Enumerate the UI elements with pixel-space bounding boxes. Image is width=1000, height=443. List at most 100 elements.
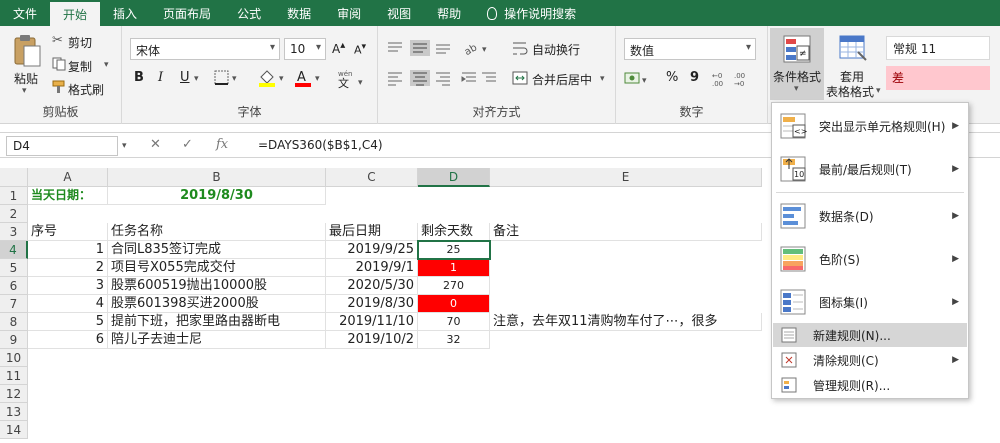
name-box[interactable]: D4: [6, 136, 118, 156]
row-header-14[interactable]: 14: [0, 421, 28, 439]
tab-view[interactable]: 视图: [374, 0, 424, 26]
cell-d3[interactable]: 剩余天数: [418, 223, 490, 241]
font-size-select[interactable]: 10: [284, 38, 326, 60]
menu-item-color-scales[interactable]: 色阶(S) ▶: [773, 239, 967, 279]
cell-b7[interactable]: 股票601398买进2000股: [108, 295, 326, 313]
cell-a5[interactable]: 2: [28, 259, 108, 277]
phonetic-guide-icon[interactable]: wén 文 ▾: [334, 68, 368, 90]
fill-color-icon[interactable]: ▾: [258, 68, 288, 88]
column-header-c[interactable]: C: [326, 168, 418, 187]
merge-dropdown-icon[interactable]: ▾: [600, 74, 605, 84]
italic-button[interactable]: I: [158, 70, 163, 85]
format-as-table-dropdown-icon[interactable]: ▾: [876, 86, 881, 96]
tab-home[interactable]: 开始: [50, 2, 101, 26]
tab-data[interactable]: 数据: [274, 0, 324, 26]
format-as-table-label-2[interactable]: 表格格式: [826, 83, 874, 100]
paste-icon[interactable]: [12, 34, 42, 68]
cell-d8[interactable]: 70: [418, 313, 490, 331]
wrap-text-icon[interactable]: [512, 40, 528, 56]
column-header-d[interactable]: D: [418, 168, 490, 187]
select-all-corner[interactable]: [0, 168, 28, 187]
row-header-5[interactable]: 5: [0, 259, 28, 277]
format-painter-icon[interactable]: [52, 80, 66, 94]
cell-a1[interactable]: 当天日期：: [28, 187, 108, 205]
row-header-3[interactable]: 3: [0, 223, 28, 241]
percent-style-button[interactable]: %: [666, 70, 678, 85]
row-header-4[interactable]: 4: [0, 241, 28, 259]
orientation-icon[interactable]: ab ▾: [462, 40, 492, 56]
cell-c6[interactable]: 2020/5/30: [326, 277, 418, 295]
row-header-12[interactable]: 12: [0, 385, 28, 403]
cell-b4[interactable]: 合同L835签订完成: [108, 241, 326, 259]
cell-d4[interactable]: 25: [418, 241, 490, 259]
cell-b8[interactable]: 提前下班，把家里路由器断电: [108, 313, 326, 331]
underline-dropdown-icon[interactable]: ▾: [194, 74, 199, 84]
row-header-10[interactable]: 10: [0, 349, 28, 367]
tell-me-search[interactable]: 操作说明搜索: [474, 0, 589, 26]
increase-font-icon[interactable]: A▴: [332, 40, 345, 56]
horizontal-align-icons[interactable]: [386, 70, 496, 86]
cut-button[interactable]: 剪切: [68, 34, 92, 51]
cell-c5[interactable]: 2019/9/1: [326, 259, 418, 277]
cell-c7[interactable]: 2019/8/30: [326, 295, 418, 313]
row-header-11[interactable]: 11: [0, 367, 28, 385]
copy-icon[interactable]: [52, 57, 66, 71]
cell-e8-note[interactable]: 注意，去年双11清购物车付了⋯，很多: [490, 313, 762, 331]
column-header-b[interactable]: B: [108, 168, 326, 187]
row-header-13[interactable]: 13: [0, 403, 28, 421]
format-painter-button[interactable]: 格式刷: [68, 81, 104, 98]
row-header-9[interactable]: 9: [0, 331, 28, 349]
menu-item-highlight-cells-rules[interactable]: <> 突出显示单元格规则(H) ▶: [773, 106, 967, 146]
decimal-adjust-icons[interactable]: ←0.00 .00→0: [712, 70, 754, 88]
cell-d9[interactable]: 32: [418, 331, 490, 349]
confirm-entry-icon[interactable]: ✓: [182, 137, 193, 152]
tab-file[interactable]: 文件: [0, 0, 50, 26]
style-normal-11[interactable]: 常规 11: [886, 36, 990, 60]
cell-c4[interactable]: 2019/9/25: [326, 241, 418, 259]
column-header-e[interactable]: E: [490, 168, 762, 187]
cell-d7[interactable]: 0: [418, 295, 490, 313]
cell-d5[interactable]: 1: [418, 259, 490, 277]
cell-c9[interactable]: 2019/10/2: [326, 331, 418, 349]
cell-b3[interactable]: 任务名称: [108, 223, 326, 241]
cell-a9[interactable]: 6: [28, 331, 108, 349]
menu-item-top-bottom-rules[interactable]: 10 最前/最后规则(T) ▶: [773, 149, 967, 189]
copy-button[interactable]: 复制: [68, 58, 92, 75]
column-header-a[interactable]: A: [28, 168, 108, 187]
tab-review[interactable]: 审阅: [324, 0, 374, 26]
cell-a4[interactable]: 1: [28, 241, 108, 259]
tab-insert[interactable]: 插入: [100, 0, 150, 26]
cell-b5[interactable]: 项目号X055完成交付: [108, 259, 326, 277]
font-color-icon[interactable]: A ▾: [294, 68, 324, 88]
name-box-dropdown-icon[interactable]: ▾: [122, 141, 127, 151]
row-header-2[interactable]: 2: [0, 205, 28, 223]
conditional-formatting-button[interactable]: ≠ 条件格式 ▾: [770, 28, 824, 100]
format-as-table-icon[interactable]: [838, 34, 868, 64]
insert-function-icon[interactable]: fx: [216, 137, 228, 152]
cell-b9[interactable]: 陪儿子去迪士尼: [108, 331, 326, 349]
row-header-6[interactable]: 6: [0, 277, 28, 295]
cell-a7[interactable]: 4: [28, 295, 108, 313]
style-bad[interactable]: 差: [886, 66, 990, 90]
comma-style-button[interactable]: 9: [690, 70, 699, 85]
cell-c3[interactable]: 最后日期: [326, 223, 418, 241]
cell-b1[interactable]: 2019/8/30: [108, 187, 326, 205]
wrap-text-button[interactable]: 自动换行: [532, 41, 580, 58]
tab-formulas[interactable]: 公式: [224, 0, 274, 26]
cell-d6[interactable]: 270: [418, 277, 490, 295]
copy-dropdown-icon[interactable]: ▾: [104, 60, 109, 70]
menu-item-icon-sets[interactable]: 图标集(I) ▶: [773, 282, 967, 322]
menu-item-data-bars[interactable]: 数据条(D) ▶: [773, 196, 967, 236]
tab-page-layout[interactable]: 页面布局: [150, 0, 224, 26]
cut-icon[interactable]: ✂: [52, 33, 63, 48]
font-name-select[interactable]: 宋体: [130, 38, 280, 60]
row-header-1[interactable]: 1: [0, 187, 28, 205]
cell-b6[interactable]: 股票600519抛出10000股: [108, 277, 326, 295]
paste-button[interactable]: 粘贴: [14, 70, 38, 87]
tab-help[interactable]: 帮助: [424, 0, 474, 26]
cell-a6[interactable]: 3: [28, 277, 108, 295]
menu-item-new-rule[interactable]: 新建规则(N)...: [773, 323, 967, 347]
row-header-7[interactable]: 7: [0, 295, 28, 313]
decrease-font-icon[interactable]: A▾: [354, 41, 366, 57]
borders-icon[interactable]: ▾: [214, 70, 240, 86]
